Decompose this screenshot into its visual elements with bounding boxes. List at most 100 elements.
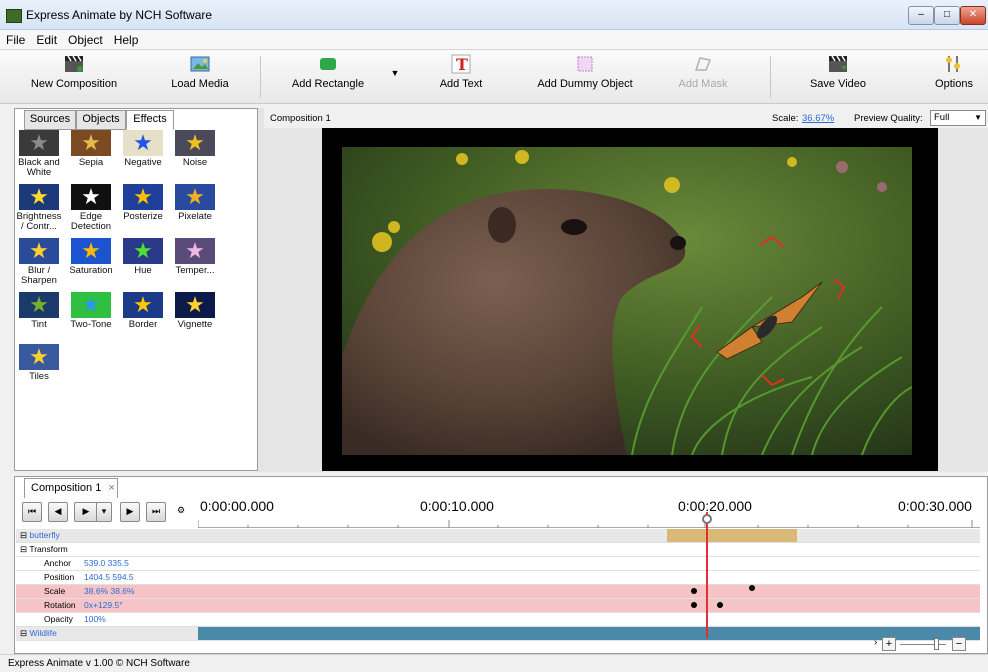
effect-item[interactable]: ★ Border: [120, 292, 166, 330]
star-icon: ★: [71, 130, 111, 156]
effect-item[interactable]: ★ Edge Detection: [68, 184, 114, 232]
effect-item[interactable]: ★ Tint: [16, 292, 62, 330]
track-row[interactable]: ⊟ butterfly: [16, 529, 980, 543]
options-button[interactable]: Options: [926, 54, 982, 90]
menu-object[interactable]: Object: [62, 30, 108, 47]
add-rectangle-label: Add Rectangle: [291, 78, 365, 90]
effect-item[interactable]: ★ Sepia: [68, 130, 114, 168]
effect-item[interactable]: ★ Saturation: [68, 238, 114, 276]
next-frame-button[interactable]: ▶: [120, 502, 140, 522]
scale-row[interactable]: Scale 38.6% 38.6%: [16, 585, 980, 599]
add-rectangle-dropdown[interactable]: ▼: [388, 68, 402, 78]
add-rectangle-button[interactable]: Add Rectangle: [284, 54, 372, 90]
play-button[interactable]: ▶: [74, 502, 98, 522]
status-bar: Express Animate v 1.00 © NCH Software: [0, 654, 988, 672]
effect-item[interactable]: ★ Noise: [172, 130, 218, 168]
effect-item[interactable]: ★ Blur / Sharpen: [16, 238, 62, 286]
menu-file[interactable]: File: [0, 30, 30, 47]
zoom-slider-thumb[interactable]: [934, 638, 939, 650]
effect-item[interactable]: ★ Negative: [120, 130, 166, 168]
effect-item[interactable]: ★ Tiles: [16, 344, 62, 382]
dummy-object-icon: [574, 54, 596, 74]
tab-sources[interactable]: Sources: [24, 110, 76, 130]
add-dummy-object-label: Add Dummy Object: [537, 78, 633, 90]
go-to-end-button[interactable]: ⏭: [146, 502, 166, 522]
time-ruler[interactable]: [197, 518, 980, 528]
chevron-down-icon: ▾: [101, 506, 107, 516]
save-video-button[interactable]: Save Video: [800, 54, 876, 90]
object-duration-bar[interactable]: [667, 529, 797, 542]
go-to-start-button[interactable]: ⏮: [22, 502, 42, 522]
keyframe[interactable]: [749, 585, 755, 591]
menu-bar: File Edit Object Help: [0, 30, 988, 50]
zoom-slider-track[interactable]: [900, 644, 946, 645]
effect-item[interactable]: ★ Two-Tone: [68, 292, 114, 330]
effect-label: Sepia: [78, 157, 104, 168]
property-label: Scale: [44, 586, 66, 596]
zoom-out-button[interactable]: −: [952, 637, 966, 651]
effect-item[interactable]: ★ Vignette: [172, 292, 218, 330]
load-media-button[interactable]: Load Media: [160, 54, 240, 90]
new-composition-label: New Composition: [30, 78, 118, 90]
star-icon: ★: [175, 130, 215, 156]
maximize-button[interactable]: □: [934, 6, 960, 25]
menu-edit[interactable]: Edit: [30, 30, 62, 47]
scale-link[interactable]: 36.67%: [802, 113, 834, 124]
add-text-button[interactable]: T Add Text: [428, 54, 494, 90]
time-mark: 0:00:00.000: [200, 498, 274, 514]
property-value[interactable]: 1404.5 594.5: [84, 572, 134, 582]
close-tab-icon[interactable]: ×: [108, 482, 114, 494]
effect-item[interactable]: ★ Pixelate: [172, 184, 218, 222]
property-value[interactable]: 100%: [84, 614, 106, 624]
close-button[interactable]: ✕: [960, 6, 986, 25]
effect-item[interactable]: ★ Hue: [120, 238, 166, 276]
add-mask-button[interactable]: Add Mask: [672, 54, 734, 90]
property-value[interactable]: 539.0 335.5: [84, 558, 129, 568]
keyframe[interactable]: [691, 602, 697, 608]
collapse-icon[interactable]: ⊟: [20, 530, 27, 540]
tab-objects[interactable]: Objects: [76, 110, 126, 130]
effect-item[interactable]: ★ Black and White: [16, 130, 62, 178]
add-dummy-object-button[interactable]: Add Dummy Object: [528, 54, 642, 90]
tab-effects[interactable]: Effects: [126, 110, 174, 130]
effect-item[interactable]: ★ Temper...: [172, 238, 218, 276]
star-icon: ★: [123, 238, 163, 264]
title-bar: Express Animate by NCH Software – □ ✕: [0, 0, 988, 30]
window-title: Express Animate by NCH Software: [26, 8, 213, 22]
position-row[interactable]: Position 1404.5 594.5: [16, 571, 980, 585]
tab-composition-1[interactable]: Composition 1 ×: [24, 478, 118, 498]
zoom-arrow-icon: ›: [874, 637, 878, 648]
keyframe[interactable]: [717, 602, 723, 608]
collapse-icon[interactable]: ⊟: [20, 628, 27, 638]
preview-quality-select[interactable]: Full ▼: [930, 110, 986, 126]
status-text: Express Animate v 1.00 © NCH Software: [8, 658, 190, 669]
star-icon: ★: [71, 184, 111, 210]
zoom-in-button[interactable]: +: [882, 637, 896, 651]
settings-button[interactable]: ⚙: [172, 502, 190, 520]
property-label: Opacity: [44, 614, 73, 624]
mask-icon: [692, 54, 714, 74]
effect-item[interactable]: ★ Brightness / Contr...: [16, 184, 62, 232]
playhead-handle[interactable]: [702, 514, 712, 524]
effect-item[interactable]: ★ Posterize: [120, 184, 166, 222]
property-value[interactable]: 38.6% 38.6%: [84, 586, 135, 596]
previous-frame-button[interactable]: ◀: [48, 502, 68, 522]
rotation-row[interactable]: Rotation 0x+129.5°: [16, 599, 980, 613]
new-composition-button[interactable]: New Composition: [28, 54, 120, 90]
menu-help[interactable]: Help: [108, 30, 144, 47]
property-value[interactable]: 0x+129.5°: [84, 600, 123, 610]
track-row[interactable]: ⊟ Wildlife: [16, 627, 980, 641]
transform-group-row[interactable]: ⊟ Transform: [16, 543, 980, 557]
preview-image: [342, 147, 912, 455]
minimize-button[interactable]: –: [908, 6, 934, 25]
anchor-row[interactable]: Anchor 539.0 335.5: [16, 557, 980, 571]
preview-header: Composition 1 Scale: 36.67% Preview Qual…: [264, 108, 988, 128]
keyframe[interactable]: [691, 588, 697, 594]
opacity-row[interactable]: Opacity 100%: [16, 613, 980, 627]
effect-label: Vignette: [177, 319, 213, 330]
effect-label: Tiles: [29, 371, 49, 382]
collapse-icon[interactable]: ⊟: [20, 544, 27, 554]
save-video-label: Save Video: [809, 78, 867, 90]
play-options-button[interactable]: ▾: [96, 502, 112, 522]
playhead[interactable]: [706, 512, 708, 638]
